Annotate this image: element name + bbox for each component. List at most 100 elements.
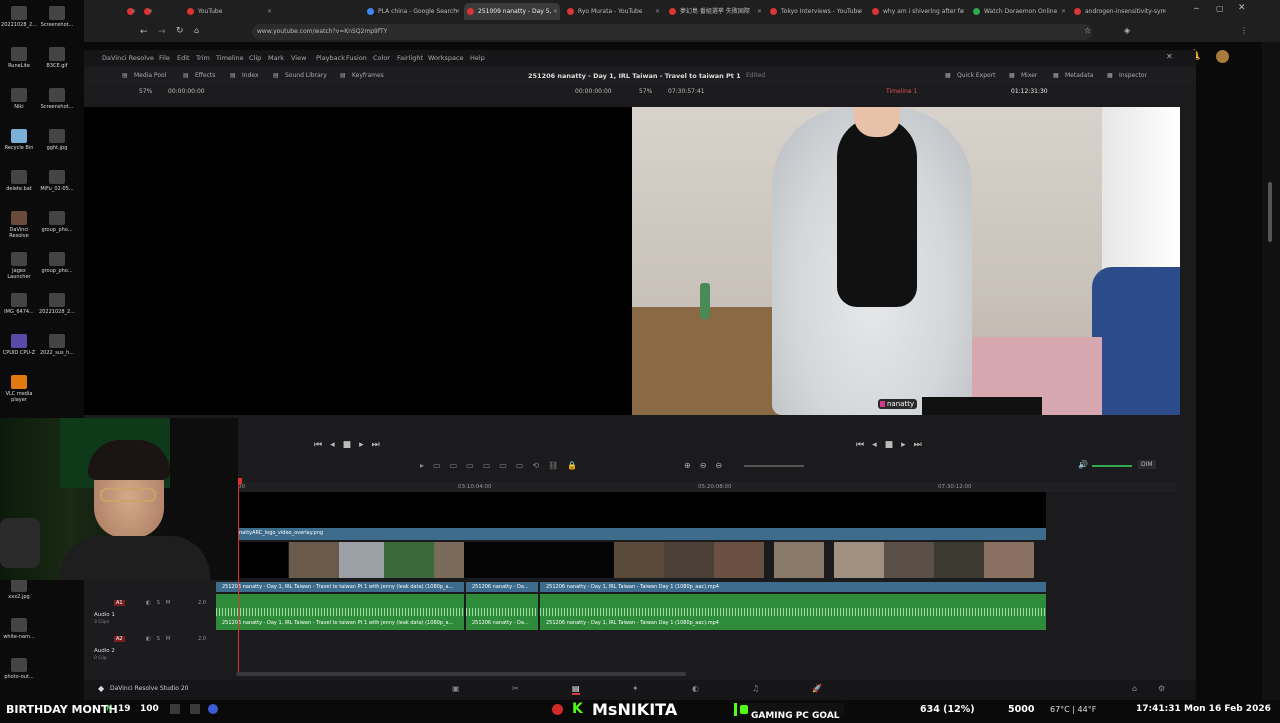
toolbar-button[interactable]: Mixer xyxy=(1021,72,1037,79)
toolbar-button[interactable]: Index xyxy=(242,72,259,79)
desktop-icon[interactable]: 20221028_2... xyxy=(38,293,76,315)
desktop-icon[interactable]: delete.bat xyxy=(0,170,38,192)
menu-item[interactable]: View xyxy=(291,54,306,62)
color-page-icon[interactable]: ◐ xyxy=(692,684,699,693)
menu-item[interactable]: Workspace xyxy=(428,54,464,62)
tab-close-icon[interactable]: ✕ xyxy=(655,3,660,20)
dim-button[interactable]: DIM xyxy=(1138,460,1156,469)
audio-clip[interactable]: 251206 nanatty - Da... xyxy=(466,594,538,630)
desktop-icon[interactable]: B3CE.gif xyxy=(38,47,76,69)
browser-scrollbar[interactable] xyxy=(1262,42,1280,700)
desktop-icon[interactable]: Jagex Launcher xyxy=(0,252,38,280)
desktop-icon[interactable]: gght.jpg xyxy=(38,129,76,151)
browser-tab[interactable]: Watch Doraemon Online ✕ xyxy=(970,3,1068,20)
desktop-icon[interactable]: Niki xyxy=(0,88,38,110)
desktop-icon[interactable]: Screenshot... xyxy=(38,6,76,28)
menu-item[interactable]: Clip xyxy=(249,54,261,62)
desktop-icon[interactable]: 2022_sus_h... xyxy=(38,334,76,356)
menu-icon[interactable]: ⋮ xyxy=(1240,26,1248,35)
toolbar-button[interactable]: Inspector xyxy=(1119,72,1147,79)
audio-clip[interactable]: 251206 nanatty - Day 1, IRL Taiwan - Tai… xyxy=(540,594,1046,630)
mixer-icon[interactable]: ▦ xyxy=(1009,72,1015,79)
desktop-icon[interactable]: Screenshot... xyxy=(38,88,76,110)
home-icon[interactable]: ⌂ xyxy=(194,26,199,35)
timeline-name[interactable]: Timeline 1 xyxy=(886,88,917,95)
menu-item[interactable]: Trim xyxy=(196,54,210,62)
deliver-page-icon[interactable]: 🚀 xyxy=(812,684,822,693)
home-page-icon[interactable]: ⌂ xyxy=(1132,684,1137,693)
quick-export-icon[interactable]: ▦ xyxy=(945,72,951,79)
menu-item[interactable]: Playback xyxy=(316,54,345,62)
fairlight-page-icon[interactable]: ♫ xyxy=(752,684,759,693)
tab-close-icon[interactable]: ✕ xyxy=(960,3,965,20)
menu-item[interactable]: Mark xyxy=(268,54,284,62)
desktop-icon[interactable]: RuneLite xyxy=(0,47,38,69)
window-minimize-icon[interactable]: ─ xyxy=(1194,4,1199,13)
desktop-icon[interactable]: group_pho... xyxy=(38,252,76,274)
taskbar-icon-2[interactable] xyxy=(190,704,200,714)
resolve-close-icon[interactable]: ✕ xyxy=(1166,52,1173,61)
desktop-icon[interactable]: xxx2.jpg xyxy=(0,578,38,600)
tab-close-icon[interactable]: ✕ xyxy=(455,3,460,20)
back-icon[interactable]: ← xyxy=(140,27,148,37)
menu-item[interactable]: Help xyxy=(470,54,485,62)
video-clip-header[interactable]: 251206 nanatty - Day 1, IRL Taiwan - Tai… xyxy=(540,582,1046,592)
profile-avatar[interactable] xyxy=(1216,50,1229,63)
overlay-track-clip[interactable] xyxy=(236,528,1046,540)
a2-mute-solo-icons[interactable]: ◧SM xyxy=(146,636,176,642)
video-clip-header[interactable]: 251206 nanatty - Da... xyxy=(466,582,538,592)
metadata-icon[interactable]: ▦ xyxy=(1053,72,1059,79)
browser-tab[interactable]: 251009 nanatty - Day 5, ✕ xyxy=(464,3,560,20)
volume-slider[interactable] xyxy=(1092,465,1132,467)
fusion-page-icon[interactable]: ✦ xyxy=(632,684,639,693)
extensions-icon[interactable]: ◈ xyxy=(1124,26,1130,35)
menu-item[interactable]: File xyxy=(159,54,170,62)
zoom-slider[interactable] xyxy=(744,465,804,467)
window-close-icon[interactable]: ✕ xyxy=(1238,3,1246,13)
desktop-icon[interactable]: Recycle Bin xyxy=(0,129,38,151)
effects-icon[interactable]: ▤ xyxy=(183,72,189,79)
settings-gear-icon[interactable]: ⚙ xyxy=(1158,684,1165,693)
edit-page-icon[interactable]: ▤ xyxy=(572,684,580,695)
media-pool-icon[interactable]: ▤ xyxy=(122,72,128,79)
playhead[interactable] xyxy=(238,482,239,672)
src-zoom[interactable]: 57% xyxy=(139,88,152,95)
keyframes-icon[interactable]: ▤ xyxy=(340,72,346,79)
toolbar-button[interactable]: Quick Export xyxy=(957,72,996,79)
star-icon[interactable]: ☆ xyxy=(1084,26,1091,35)
tab-close-icon[interactable]: ✕ xyxy=(131,3,136,20)
desktop-icon[interactable]: DaVinci Resolve xyxy=(0,211,38,239)
tab-close-icon[interactable]: ✕ xyxy=(267,3,272,20)
toolbar-button[interactable]: Media Pool xyxy=(134,72,166,79)
browser-tab[interactable]: PLA china - Google Search ✕ xyxy=(364,3,462,20)
taskbar-icon-3[interactable] xyxy=(208,704,218,714)
inspector-icon[interactable]: ▦ xyxy=(1107,72,1113,79)
taskbar-icon-1[interactable] xyxy=(170,704,180,714)
video-clip-header[interactable]: 251206 nanatty - Day 1, IRL Taiwan - Tra… xyxy=(216,582,464,592)
source-viewer[interactable] xyxy=(84,107,632,415)
browser-tab[interactable]: 夢幻島 番組選挙 失敗国際 ✕ xyxy=(666,3,764,20)
tab-close-icon[interactable]: ✕ xyxy=(1162,3,1167,20)
menu-item[interactable]: Color xyxy=(373,54,390,62)
audio-clip[interactable]: 251206 nanatty - Day 1, IRL Taiwan - Tra… xyxy=(216,594,464,630)
timeline-viewer[interactable]: nanatty xyxy=(632,107,1180,415)
desktop-icon[interactable]: photo-out... xyxy=(0,658,38,680)
a1-mute-solo-icons[interactable]: ◧SM xyxy=(146,600,176,606)
browser-tab[interactable]: YouTube ✕ xyxy=(184,3,274,20)
index-icon[interactable]: ▤ xyxy=(230,72,236,79)
tl-zoom[interactable]: 57% xyxy=(639,88,652,95)
timeline-scrollbar[interactable] xyxy=(236,672,686,676)
menu-item[interactable]: Edit xyxy=(177,54,190,62)
menu-item[interactable]: Fairlight xyxy=(397,54,423,62)
cut-page-icon[interactable]: ✂ xyxy=(512,684,519,693)
desktop-icon[interactable]: VLC media player xyxy=(0,375,38,403)
desktop-icon[interactable]: 20221028_2... xyxy=(0,6,38,28)
forward-icon[interactable]: → xyxy=(158,27,166,37)
toolbar-button[interactable]: Sound Library xyxy=(285,72,327,79)
desktop-icon[interactable]: IMG_6474... xyxy=(0,293,38,315)
reload-icon[interactable]: ↻ xyxy=(176,26,184,36)
menu-item[interactable]: Timeline xyxy=(216,54,244,62)
toolbar-button[interactable]: Metadata xyxy=(1065,72,1093,79)
sound-library-icon[interactable]: ▤ xyxy=(273,72,279,79)
tab-close-icon[interactable]: ✕ xyxy=(858,3,863,20)
